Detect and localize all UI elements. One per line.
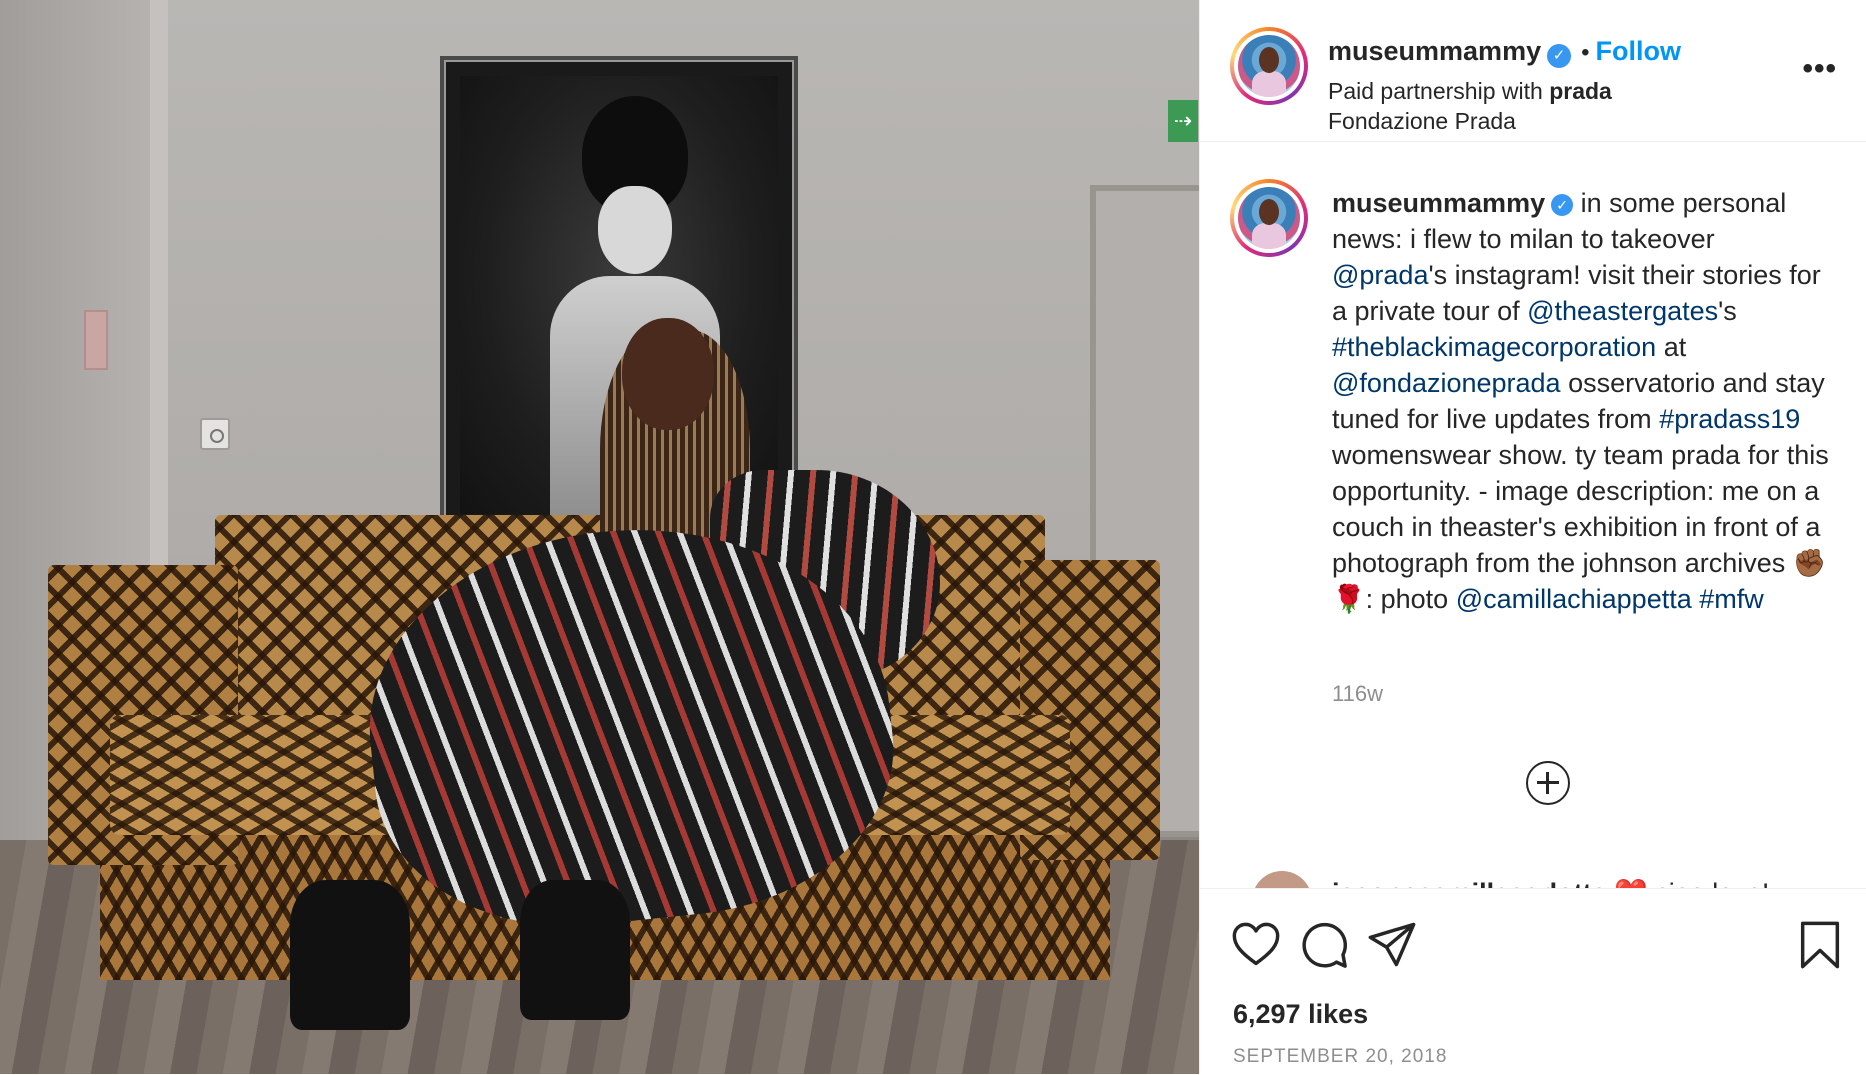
comments-area: museummammy ✓ in some personal news: i fl…: [1200, 141, 1866, 888]
follow-button[interactable]: Follow: [1596, 36, 1681, 66]
bookmark-icon[interactable]: [1794, 919, 1846, 971]
caption-author-avatar[interactable]: [1230, 179, 1308, 257]
avatar-face: [1259, 199, 1279, 225]
partnership-prefix: Paid partnership with: [1328, 78, 1543, 104]
person-head: [622, 318, 714, 430]
separator-dot: •: [1581, 39, 1590, 66]
next-comment-preview: jasonecamillacarlotta ❤️ ciao love!: [1252, 871, 1852, 888]
post-photo[interactable]: ⇢: [0, 0, 1199, 1074]
commenter-avatar[interactable]: [1252, 871, 1312, 888]
author-username[interactable]: museummammy: [1328, 36, 1541, 66]
post-side-panel: museummammy ✓ • Follow Paid partnership wit…: [1199, 0, 1866, 1074]
post-age[interactable]: 116w: [1332, 681, 1383, 707]
caption-username[interactable]: museummammy: [1332, 188, 1545, 218]
wall-sign: [84, 310, 108, 370]
avatar-body: [1252, 71, 1286, 97]
caption-link[interactable]: #mfw: [1699, 584, 1764, 614]
commenter-username[interactable]: jasonecamillacarlotta: [1332, 878, 1607, 888]
comment-icon[interactable]: [1298, 919, 1350, 971]
avatar-image: [1238, 187, 1300, 249]
exit-sign-icon: ⇢: [1168, 100, 1198, 142]
wall-socket: [200, 418, 230, 450]
post-date[interactable]: SEPTEMBER 20, 2018: [1233, 1046, 1447, 1068]
avatar-face: [1259, 47, 1279, 73]
caption-link[interactable]: @prada: [1332, 260, 1428, 290]
header-username-row: museummammy ✓ • Follow: [1328, 36, 1681, 68]
verified-badge-icon: ✓: [1547, 43, 1572, 68]
photograph-face: [598, 186, 672, 274]
avatar-image: [1238, 35, 1300, 97]
caption-text-segment: 's: [1718, 296, 1737, 326]
caption-text-segment: at: [1656, 332, 1687, 362]
more-options-icon[interactable]: •••: [1802, 52, 1837, 86]
likes-count[interactable]: 6,297 likes: [1233, 999, 1368, 1030]
post-caption: museummammy ✓ in some personal news: i fl…: [1332, 185, 1832, 617]
plus-circle-icon[interactable]: [1526, 761, 1570, 805]
location-link[interactable]: Fondazione Prada: [1328, 108, 1516, 135]
paper-plane-icon[interactable]: [1366, 919, 1418, 971]
person-right-boot: [520, 880, 630, 1020]
post-header: museummammy ✓ • Follow Paid partnership wit…: [1200, 0, 1866, 142]
caption-link[interactable]: #theblackimagecorporation: [1332, 332, 1656, 362]
author-avatar[interactable]: [1230, 27, 1308, 105]
comment-body: ❤️ ciao love!: [1614, 878, 1769, 888]
caption-text: in some personal news: i flew to milan t…: [1332, 188, 1829, 614]
caption-link[interactable]: @theastergates: [1527, 296, 1718, 326]
caption-link[interactable]: @camillachiappetta: [1456, 584, 1692, 614]
paid-partnership-label: Paid partnership with prada: [1328, 78, 1612, 105]
post-actions: 6,297 likes SEPTEMBER 20, 2018: [1200, 888, 1866, 1075]
heart-icon[interactable]: [1230, 919, 1282, 971]
person-left-boot: [290, 880, 410, 1030]
partner-link[interactable]: prada: [1549, 78, 1612, 104]
comment-text: jasonecamillacarlotta ❤️ ciao love!: [1332, 877, 1769, 888]
avatar-body: [1252, 223, 1286, 249]
caption-link[interactable]: #pradass19: [1659, 404, 1800, 434]
verified-badge-icon: ✓: [1551, 193, 1574, 216]
caption-link[interactable]: @fondazioneprada: [1332, 368, 1561, 398]
